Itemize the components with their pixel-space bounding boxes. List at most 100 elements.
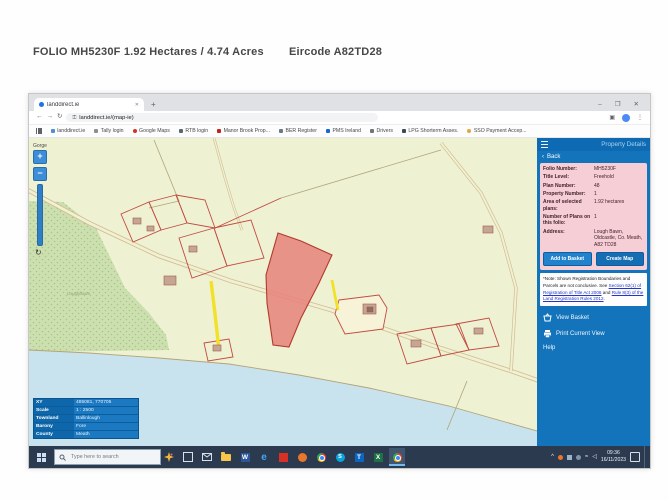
hamburger-icon[interactable] — [541, 141, 548, 148]
bookmark-item[interactable]: PMS Ireland — [326, 128, 361, 134]
field-row: Property Number:1 — [543, 191, 644, 198]
building — [147, 226, 154, 231]
extensions-icon[interactable]: ▣ — [609, 114, 615, 121]
tray-shield-icon[interactable] — [576, 455, 581, 460]
field-row: Number of Plans on this folio:1 — [543, 214, 644, 227]
folio-title: FOLIO MH5230F 1.92 Hectares / 4.74 Acres — [33, 46, 264, 58]
tray-app-icon[interactable] — [558, 455, 563, 460]
help-item[interactable]: Help — [537, 342, 650, 355]
volume-icon[interactable]: ◁ — [592, 454, 597, 460]
back-icon[interactable]: ← — [36, 114, 43, 121]
bookmark-item[interactable]: Google Maps — [133, 128, 170, 134]
reset-view-icon[interactable]: ↻ — [35, 249, 49, 257]
new-tab-button[interactable]: + — [151, 101, 156, 109]
map-viewport[interactable]: Gorge Loughbawn + − ↻ XY485081, 770705 S… — [29, 138, 537, 446]
info-row: BaronyFore — [34, 423, 138, 431]
url-text: landdirect.ie/(map-ie) — [79, 115, 133, 121]
bookmark-item[interactable]: RTB login — [179, 128, 208, 134]
create-map-button[interactable]: Create Map — [596, 252, 645, 266]
url-input[interactable]: ⚿ landdirect.ie/(map-ie) — [66, 113, 378, 122]
browser-menu-icon[interactable]: ⋮ — [637, 114, 643, 121]
bookmark-item[interactable]: LPG Shorterm Asses. — [402, 128, 458, 134]
zoom-slider[interactable] — [37, 184, 43, 246]
building — [367, 307, 373, 312]
cortana-icon[interactable] — [164, 452, 174, 462]
bookmark-item[interactable]: SSO Payment Accep... — [467, 128, 526, 134]
info-row: TownlandBallinlough — [34, 415, 138, 423]
window-close-button[interactable]: ✕ — [634, 100, 639, 108]
word-app-icon[interactable]: W — [237, 448, 253, 466]
bookmark-favicon-icon — [51, 129, 55, 133]
bookmark-favicon-icon — [94, 129, 98, 133]
bookmark-favicon-icon — [326, 129, 330, 133]
bookmark-item[interactable]: Manor Brook Prop... — [217, 128, 270, 134]
bookmark-favicon-icon — [467, 129, 471, 133]
search-icon — [59, 454, 66, 461]
windows-logo-icon — [37, 453, 46, 462]
property-details-panel: Property Details ‹ Back Folio Number:MH5… — [537, 138, 650, 446]
forward-icon[interactable]: → — [47, 114, 54, 121]
print-current-view-item[interactable]: Print Current View — [537, 326, 650, 342]
tab-close-icon[interactable]: ✕ — [135, 102, 139, 108]
bookmarks-bar: landdirect.ie Tally login Google Maps RT… — [29, 125, 650, 138]
panel-menu: View Basket Print Current View Help — [537, 310, 650, 355]
tab-title: landdirect.ie — [47, 102, 79, 108]
zoom-in-button[interactable]: + — [33, 150, 47, 164]
system-tray: ^ ≈ ◁ 09:36 16/11/2023 — [551, 446, 648, 468]
excel-app-icon[interactable]: X — [370, 448, 386, 466]
taskbar-search[interactable] — [54, 449, 161, 465]
field-row: Area of selected plans:1.92 hectares — [543, 199, 644, 212]
teams-app-icon[interactable]: T — [351, 448, 367, 466]
mail-app-icon[interactable] — [199, 448, 215, 466]
edge-app-icon[interactable]: e — [256, 448, 272, 466]
bookmark-item[interactable]: landdirect.ie — [51, 128, 85, 134]
red-app-icon[interactable] — [275, 448, 291, 466]
info-row: Scale1 : 2500 — [34, 407, 138, 415]
bookmark-item[interactable]: Tally login — [94, 128, 123, 134]
taskbar-clock[interactable]: 09:36 16/11/2023 — [601, 450, 626, 463]
lock-icon: ⚿ — [72, 115, 76, 121]
window-maximize-button[interactable]: ❐ — [615, 100, 621, 108]
file-explorer-icon[interactable] — [218, 448, 234, 466]
task-view-icon[interactable] — [180, 448, 196, 466]
building — [474, 328, 483, 334]
back-link[interactable]: ‹ Back — [537, 151, 650, 162]
zoom-out-button[interactable]: − — [33, 167, 47, 181]
show-desktop-button[interactable] — [644, 446, 647, 468]
action-center-icon[interactable] — [630, 452, 640, 462]
window-minimize-button[interactable]: – — [598, 101, 602, 108]
map-info-table: XY485081, 770705 Scale1 : 2500 TownlandB… — [33, 398, 139, 439]
info-row: XY485081, 770705 — [34, 399, 138, 407]
profile-avatar[interactable] — [622, 114, 630, 122]
taskbar: W e S T X ^ ≈ ◁ 09:36 16/11/2023 — [29, 446, 650, 468]
wifi-icon[interactable]: ≈ — [585, 454, 588, 460]
boundaries-disclaimer: *Note: Shown Registration Boundaries and… — [540, 273, 647, 306]
active-browser-app-icon[interactable] — [389, 448, 405, 466]
add-to-basket-button[interactable]: Add to Basket — [543, 252, 592, 266]
bookmark-favicon-icon — [217, 129, 221, 133]
search-input[interactable] — [69, 453, 148, 461]
browser-addressbar: ← → ↻ ⚿ landdirect.ie/(map-ie) ▣ ⋮ — [29, 111, 650, 125]
bookmark-item[interactable]: Drivers — [370, 128, 393, 134]
start-button[interactable] — [31, 446, 51, 468]
taskbar-apps: W e S T X — [180, 448, 405, 466]
building — [133, 218, 141, 224]
bookmark-favicon-icon — [279, 129, 283, 133]
bookmark-favicon-icon — [370, 129, 374, 133]
basket-icon — [543, 313, 552, 322]
view-basket-item[interactable]: View Basket — [537, 310, 650, 326]
tray-expand-icon[interactable]: ^ — [551, 454, 554, 460]
panel-header: Property Details — [537, 138, 650, 151]
chrome-app-icon[interactable] — [313, 448, 329, 466]
skype-app-icon[interactable]: S — [332, 448, 348, 466]
building — [483, 226, 493, 233]
firefox-app-icon[interactable] — [294, 448, 310, 466]
browser-tabstrip: landdirect.ie ✕ + – ❐ ✕ — [29, 94, 650, 111]
bookmark-item[interactable]: BER Register — [279, 128, 317, 134]
browser-tab[interactable]: landdirect.ie ✕ — [34, 98, 144, 111]
tray-onedrive-icon[interactable] — [567, 455, 572, 460]
reload-icon[interactable]: ↻ — [57, 114, 62, 121]
bookmark-favicon-icon — [179, 129, 183, 133]
apps-grid-icon[interactable] — [36, 128, 42, 134]
parcel-house-lot — [335, 295, 387, 334]
